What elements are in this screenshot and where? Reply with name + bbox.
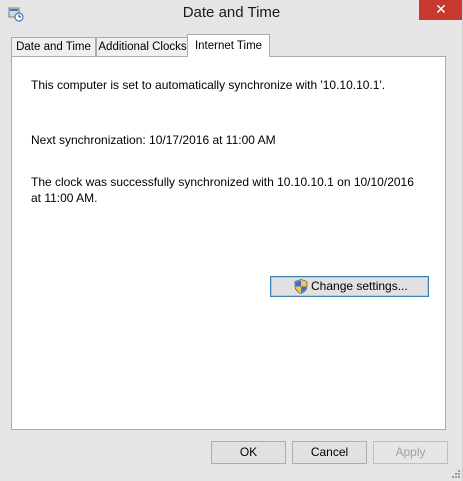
- title-bar[interactable]: Date and Time ✕: [0, 0, 463, 30]
- tab-date-and-time[interactable]: Date and Time: [11, 37, 96, 56]
- internet-time-panel: This computer is set to automatically sy…: [11, 56, 446, 430]
- uac-shield-icon: [294, 279, 308, 294]
- window-title: Date and Time: [182, 4, 281, 21]
- tab-additional-clocks[interactable]: Additional Clocks: [96, 37, 189, 56]
- resize-grip-icon[interactable]: [451, 469, 461, 479]
- change-settings-button[interactable]: Change settings...: [270, 276, 429, 297]
- close-button[interactable]: ✕: [419, 0, 463, 20]
- next-sync-text: Next synchronization: 10/17/2016 at 11:0…: [31, 133, 276, 147]
- tab-internet-time[interactable]: Internet Time: [187, 34, 270, 57]
- sync-status-text: This computer is set to automatically sy…: [31, 78, 386, 92]
- date-time-dialog: Date and Time ✕ Date and Time Additional…: [0, 0, 463, 481]
- apply-button[interactable]: Apply: [373, 441, 448, 464]
- change-settings-label: Change settings...: [311, 279, 408, 293]
- last-sync-text: The clock was successfully synchronized …: [31, 175, 414, 205]
- cancel-button[interactable]: Cancel: [292, 441, 367, 464]
- ok-button[interactable]: OK: [211, 441, 286, 464]
